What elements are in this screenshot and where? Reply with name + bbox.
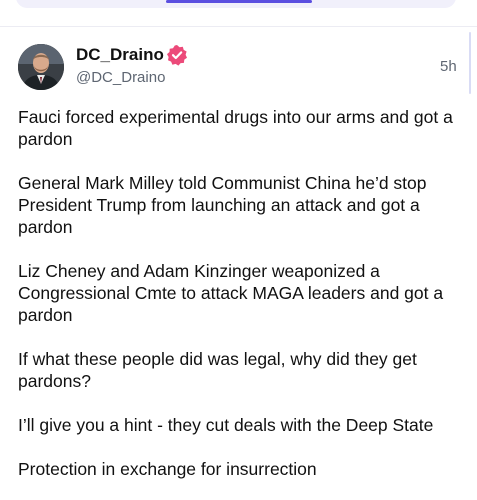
feed-page: DC_Draino @DC_Draino 5h Fauci forced exp…: [0, 0, 477, 500]
tab-bar: [0, 0, 477, 27]
post-timestamp[interactable]: 5h: [440, 57, 457, 77]
active-tab-indicator: [166, 0, 312, 3]
post-paragraph: Fauci forced experimental drugs into our…: [18, 107, 453, 149]
verified-badge-icon: [166, 44, 188, 66]
user-handle[interactable]: @DC_Draino: [76, 68, 165, 88]
post-paragraph: Liz Cheney and Adam Kinzinger weaponized…: [18, 261, 444, 325]
post-paragraph: I’ll give you a hint - they cut deals wi…: [18, 415, 434, 435]
post-body: Fauci forced experimental drugs into our…: [18, 106, 464, 500]
post-paragraph: General Mark Milley told Communist China…: [18, 173, 427, 237]
post-paragraph: Protection in exchange for insurrection: [18, 459, 317, 479]
post-paragraph: If what these people did was legal, why …: [18, 349, 417, 391]
avatar-image: [18, 44, 64, 90]
post[interactable]: DC_Draino @DC_Draino 5h Fauci forced exp…: [0, 27, 477, 500]
avatar[interactable]: [18, 44, 64, 90]
display-name[interactable]: DC_Draino: [76, 44, 164, 66]
